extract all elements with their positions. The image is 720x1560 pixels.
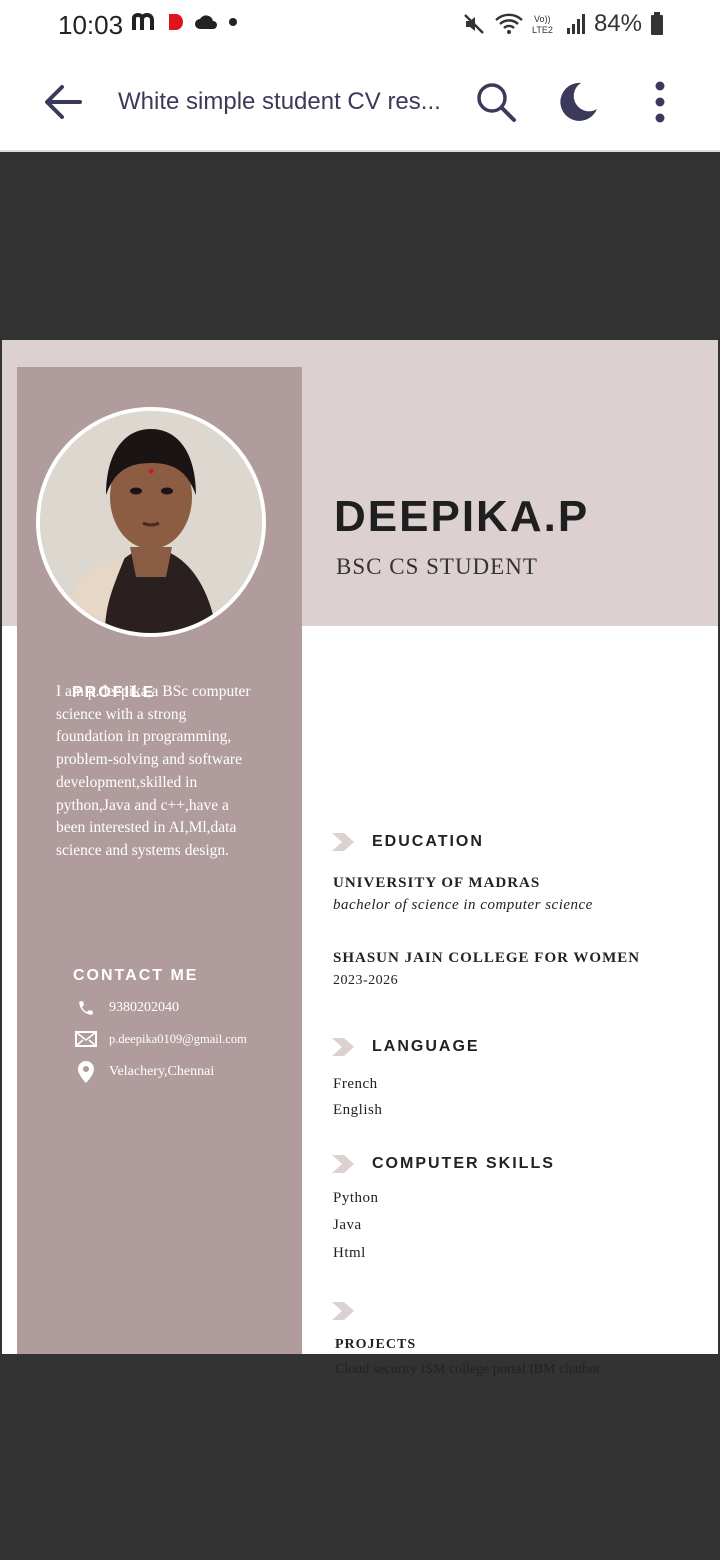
resume-name: DEEPIKA.P bbox=[334, 492, 590, 541]
more-vert-icon bbox=[655, 81, 665, 123]
contact-phone: 9380202040 bbox=[75, 999, 179, 1017]
signal-icon bbox=[566, 14, 585, 34]
projects-heading: PROJECTS bbox=[335, 1337, 417, 1352]
language-heading: LANGUAGE bbox=[332, 1038, 480, 1056]
education-detail-2: 2023-2026 bbox=[333, 973, 399, 988]
more-options-button[interactable] bbox=[638, 80, 682, 124]
chevron-right-icon bbox=[332, 833, 354, 851]
document-title: White simple student CV res... bbox=[118, 88, 441, 115]
wifi-icon bbox=[495, 13, 523, 34]
status-right: Vo)) LTE2 84% bbox=[462, 10, 664, 38]
m-app-icon bbox=[132, 12, 154, 30]
red-app-icon bbox=[169, 14, 183, 30]
cloud-icon bbox=[195, 15, 217, 29]
back-arrow-icon bbox=[45, 85, 82, 119]
svg-text:Vo)): Vo)) bbox=[534, 14, 551, 24]
mute-icon bbox=[464, 14, 484, 34]
education-school-1: UNIVERSITY OF MADRAS bbox=[333, 875, 541, 891]
email-address: p.deepika0109@gmail.com bbox=[109, 1031, 247, 1046]
location-text: Velachery,Chennai bbox=[109, 1064, 215, 1079]
contact-email: p.deepika0109@gmail.com bbox=[75, 1031, 247, 1047]
contact-location: Velachery,Chennai bbox=[75, 1061, 214, 1083]
phone-number: 9380202040 bbox=[109, 1000, 179, 1015]
skill-item: Java bbox=[333, 1217, 362, 1233]
portrait-image bbox=[40, 411, 262, 633]
chevron-right-icon bbox=[332, 1038, 354, 1056]
language-item: English bbox=[333, 1102, 383, 1118]
svg-text:LTE2: LTE2 bbox=[532, 25, 553, 35]
skill-item: Python bbox=[333, 1190, 379, 1206]
search-icon bbox=[477, 83, 516, 122]
phone-icon bbox=[79, 1001, 93, 1015]
search-button[interactable] bbox=[474, 80, 518, 124]
chevron-right-icon bbox=[332, 1302, 354, 1320]
status-time: 10:03 bbox=[58, 10, 124, 40]
profile-text: I am p.deepika,a BSc computer science wi… bbox=[56, 683, 251, 859]
chevron-right-icon bbox=[332, 1155, 354, 1173]
resume-page: PROFILE I am p.deepika,a BSc computer sc… bbox=[2, 340, 718, 1377]
email-icon bbox=[75, 1031, 97, 1047]
back-button[interactable] bbox=[40, 80, 84, 124]
language-item: French bbox=[333, 1076, 378, 1092]
resume-subtitle: BSC CS STUDENT bbox=[336, 554, 538, 579]
battery-percent: 84% bbox=[593, 10, 642, 37]
battery-icon bbox=[651, 12, 663, 35]
volte-icon: Vo))LTE2 bbox=[532, 14, 553, 35]
status-bar: 10:03 Vo)) LTE2 84% bbox=[0, 0, 720, 54]
education-heading: EDUCATION bbox=[332, 833, 484, 851]
dot-icon bbox=[229, 18, 237, 26]
education-school-2: SHASUN JAIN COLLEGE FOR WOMEN bbox=[333, 950, 641, 966]
skills-heading: COMPUTER SKILLS bbox=[332, 1155, 555, 1173]
projects-text: Cloud security ISM college portal IBM ch… bbox=[335, 1362, 601, 1377]
contact-heading: CONTACT ME bbox=[73, 967, 199, 984]
moon-icon bbox=[560, 82, 597, 121]
skill-item: Html bbox=[333, 1245, 366, 1261]
dark-mode-button[interactable] bbox=[556, 80, 600, 124]
education-detail-1: bachelor of science in computer science bbox=[333, 897, 593, 913]
sidebar: PROFILE I am p.deepika,a BSc computer sc… bbox=[17, 367, 302, 1354]
toolbar: White simple student CV res... bbox=[0, 54, 720, 152]
profile-photo bbox=[36, 407, 266, 637]
document-viewer[interactable]: PROFILE I am p.deepika,a BSc computer sc… bbox=[0, 152, 720, 1560]
location-pin-icon bbox=[78, 1061, 94, 1083]
notification-icons bbox=[132, 12, 238, 32]
